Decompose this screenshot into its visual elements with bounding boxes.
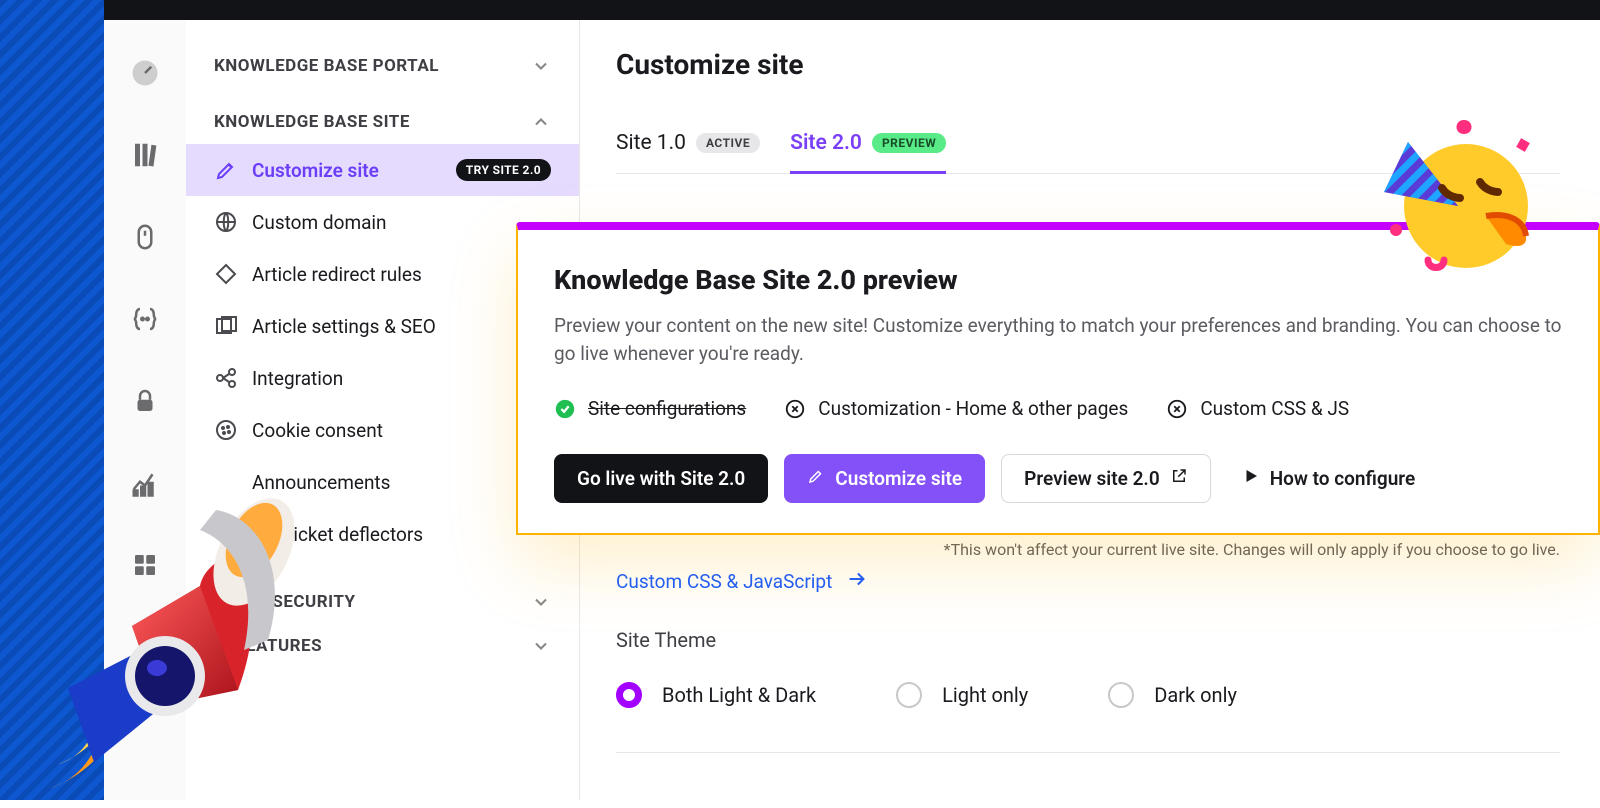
tab-label: Site 1.0 xyxy=(616,131,686,155)
radio-icon xyxy=(616,682,642,708)
chevron-up-icon xyxy=(531,112,551,132)
site-theme-title: Site Theme xyxy=(616,628,1560,652)
close-circle-icon xyxy=(784,398,806,420)
theme-option-dark[interactable]: Dark only xyxy=(1108,682,1237,708)
close-circle-icon xyxy=(1166,398,1188,420)
window-topbar xyxy=(104,0,1600,20)
step-custom-css-js[interactable]: Custom CSS & JS xyxy=(1166,397,1349,420)
design-icon xyxy=(214,158,238,182)
preview-site-button[interactable]: Preview site 2.0 xyxy=(1001,454,1211,503)
page-title: Customize site xyxy=(616,48,1560,81)
books-icon[interactable] xyxy=(130,140,160,170)
rocket-icon xyxy=(10,468,330,808)
step-label: Customization - Home & other pages xyxy=(818,397,1128,420)
sidebar-item-label: Article redirect rules xyxy=(252,263,422,286)
lock-icon[interactable] xyxy=(130,386,160,416)
step-label: Site configurations xyxy=(588,397,746,420)
external-link-icon xyxy=(1170,467,1188,490)
sidebar-item-label: Custom domain xyxy=(252,211,387,234)
tab-site-2[interactable]: Site 2.0 PREVIEW xyxy=(790,131,946,174)
tab-site-1[interactable]: Site 1.0 ACTIVE xyxy=(616,131,760,174)
sidebar-group-label: KNOWLEDGE BASE PORTAL xyxy=(214,56,439,76)
sidebar-item-label: Cookie consent xyxy=(252,419,383,442)
preview-actions: Go live with Site 2.0 Customize site Pre… xyxy=(554,454,1562,503)
sidebar-item-label: Integration xyxy=(252,367,343,390)
integration-icon xyxy=(214,366,238,390)
radio-icon xyxy=(896,682,922,708)
step-customization[interactable]: Customization - Home & other pages xyxy=(784,397,1128,420)
mouse-icon[interactable] xyxy=(130,222,160,252)
step-site-config[interactable]: Site configurations xyxy=(554,397,746,420)
chevron-down-icon xyxy=(531,636,551,656)
arrow-right-icon xyxy=(846,568,868,595)
preview-steps: Site configurations Customization - Home… xyxy=(554,397,1562,420)
custom-css-js-link[interactable]: Custom CSS & JavaScript xyxy=(616,568,868,595)
json-icon[interactable] xyxy=(130,304,160,334)
try-site-badge: TRY SITE 2.0 xyxy=(456,159,551,181)
sidebar-group-site[interactable]: KNOWLEDGE BASE SITE xyxy=(186,100,579,144)
active-badge: ACTIVE xyxy=(696,133,760,153)
cookie-icon xyxy=(214,418,238,442)
globe-icon xyxy=(214,210,238,234)
sidebar-item-label: Article settings & SEO xyxy=(252,315,436,338)
site-theme-section: Site Theme Both Light & Dark Light only … xyxy=(616,628,1560,753)
step-label: Custom CSS & JS xyxy=(1200,397,1349,420)
sidebar-item-customize-site[interactable]: Customize site TRY SITE 2.0 xyxy=(186,144,579,196)
radio-icon xyxy=(1108,682,1134,708)
theme-option-light[interactable]: Light only xyxy=(896,682,1028,708)
go-live-button[interactable]: Go live with Site 2.0 xyxy=(554,454,768,503)
pencil-icon xyxy=(807,467,825,490)
how-to-configure-link[interactable]: How to configure xyxy=(1235,454,1439,503)
party-face-icon xyxy=(1368,110,1548,290)
theme-option-both[interactable]: Both Light & Dark xyxy=(616,682,816,708)
sidebar-item-label: Customize site xyxy=(252,159,379,182)
theme-radio-group: Both Light & Dark Light only Dark only xyxy=(616,682,1560,708)
preview-badge: PREVIEW xyxy=(872,133,946,153)
play-icon xyxy=(1242,467,1260,490)
redirect-icon xyxy=(214,262,238,286)
preview-card-description: Preview your content on the new site! Cu… xyxy=(554,312,1562,367)
seo-icon xyxy=(214,314,238,338)
sidebar-group-label: KNOWLEDGE BASE SITE xyxy=(214,112,410,132)
check-circle-icon xyxy=(554,398,576,420)
dashboard-icon[interactable] xyxy=(130,58,160,88)
chevron-down-icon xyxy=(531,592,551,612)
divider xyxy=(616,752,1560,753)
chevron-down-icon xyxy=(531,56,551,76)
tab-label: Site 2.0 xyxy=(790,131,862,155)
live-site-note: *This won't affect your current live sit… xyxy=(944,540,1560,559)
sidebar-group-portal[interactable]: KNOWLEDGE BASE PORTAL xyxy=(186,44,579,88)
customize-site-button[interactable]: Customize site xyxy=(784,454,985,503)
